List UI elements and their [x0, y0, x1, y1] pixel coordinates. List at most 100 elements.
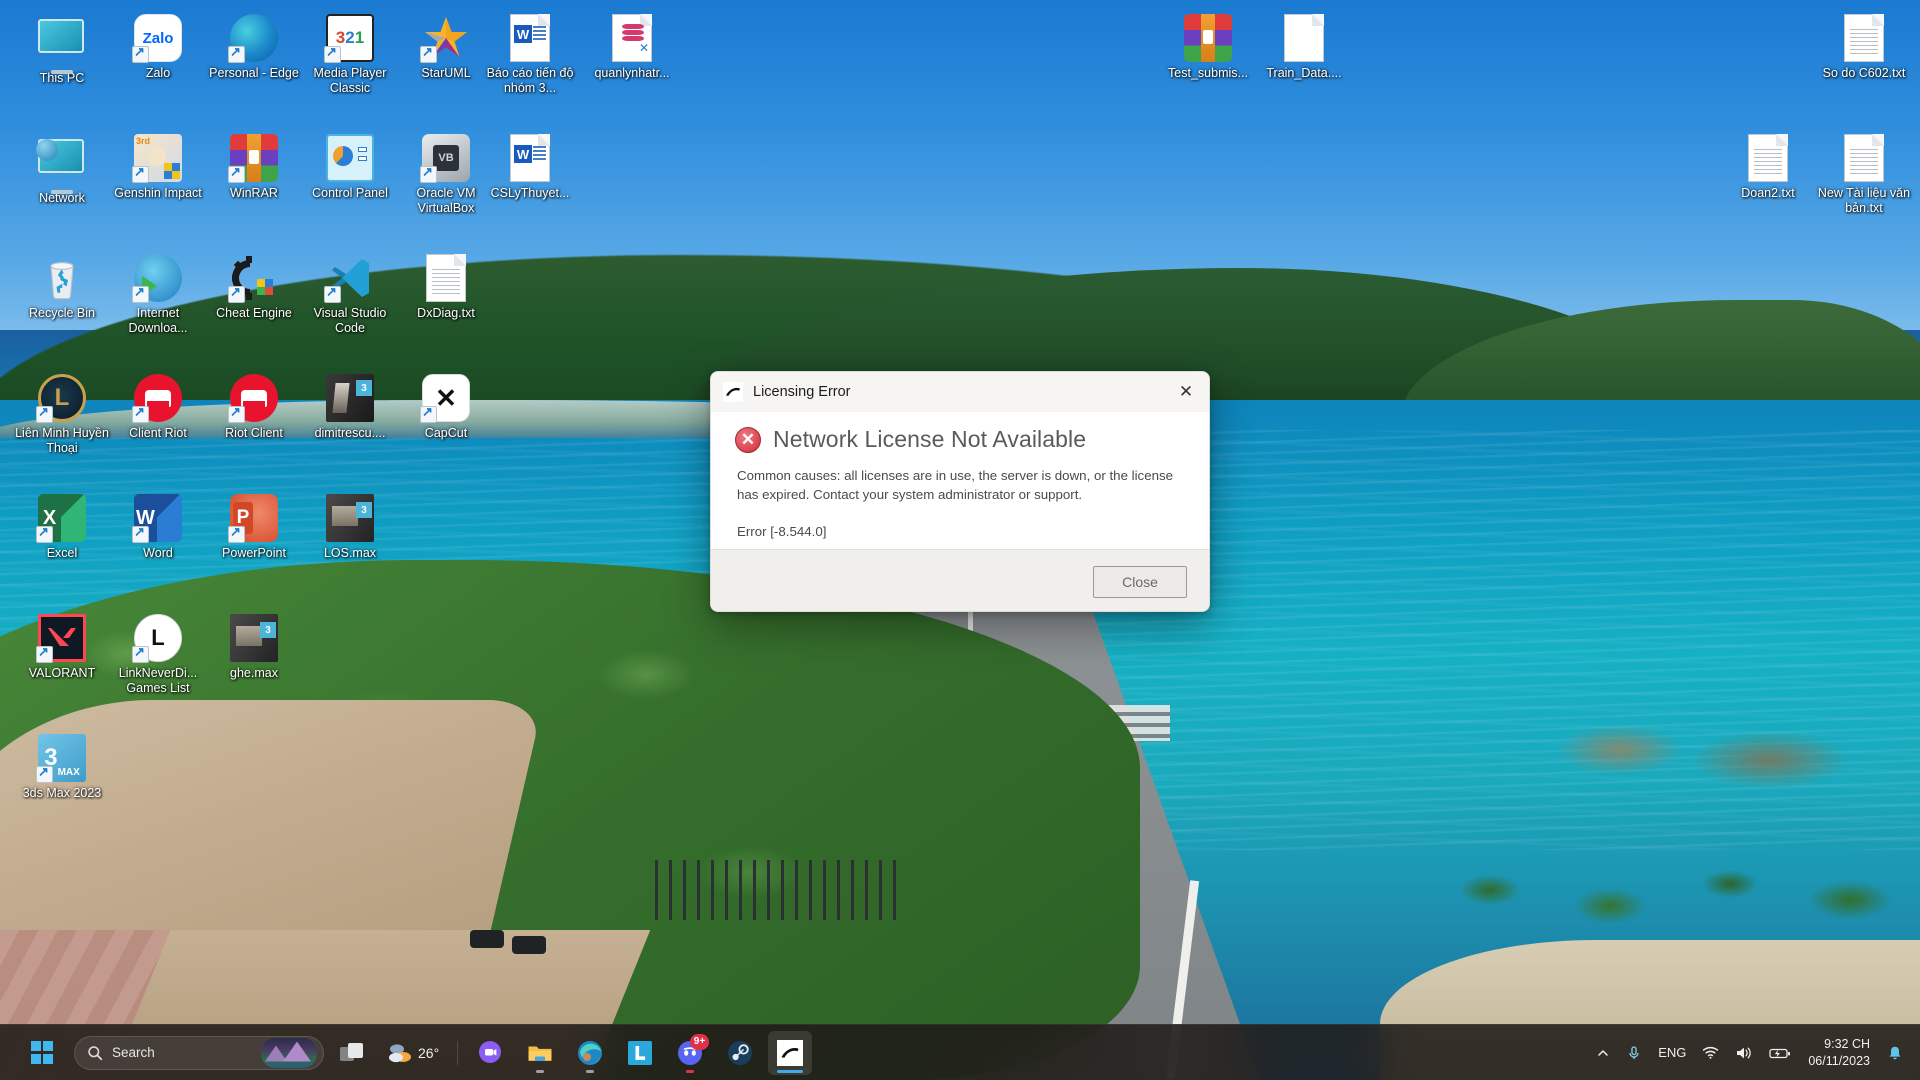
desktop-icon-text-file[interactable]: So do C602.txt [1816, 14, 1912, 81]
steam-icon[interactable] [718, 1031, 762, 1075]
shortcut-arrow-icon [36, 526, 53, 543]
desktop-icon-blank-file[interactable]: Train_Data.... [1256, 14, 1352, 81]
shortcut-arrow-icon [132, 406, 149, 423]
control-panel-icon [326, 134, 374, 182]
desktop-icon-label: Personal - Edge [206, 66, 302, 81]
clock[interactable]: 9:32 CH 06/11/2023 [1800, 1036, 1878, 1070]
excel-icon: X [38, 494, 86, 542]
task-view-icon[interactable] [330, 1031, 374, 1075]
3dsmax-file-icon: 3 [326, 374, 374, 422]
desktop-icon-linkneverdie[interactable]: LLinkNeverDi... Games List [110, 614, 206, 696]
search-icon [87, 1045, 103, 1061]
close-button[interactable]: Close [1093, 566, 1187, 598]
desktop-icon-label: PowerPoint [206, 546, 302, 561]
dialog-error-code: Error [-8.544.0] [737, 524, 1185, 539]
text-file-icon [1840, 134, 1888, 182]
desktop-icon-label: Visual Studio Code [302, 306, 398, 336]
text-file-icon [1744, 134, 1792, 182]
virtualbox-icon: VB [422, 134, 470, 182]
desktop-icon-genshin-impact[interactable]: 3rdGenshin Impact [110, 134, 206, 201]
file-explorer-icon[interactable] [518, 1031, 562, 1075]
shortcut-arrow-icon [324, 286, 341, 303]
desktop-icon-word-document[interactable]: WBáo cáo tiến độ nhóm 3... [482, 14, 578, 96]
shortcut-arrow-icon [420, 406, 437, 423]
wifi-icon[interactable] [1695, 1033, 1726, 1073]
desktop-icon-zalo[interactable]: ZaloZalo [110, 14, 206, 81]
windows-start-icon[interactable] [20, 1031, 64, 1075]
database-file-icon: ✕ [608, 14, 656, 62]
desktop-icon-excel[interactable]: XExcel [14, 494, 110, 561]
clock-date: 06/11/2023 [1808, 1053, 1870, 1070]
desktop-icon-league-of-legends[interactable]: LLiên Minh Huyền Thoại [14, 374, 110, 456]
autodesk-icon[interactable] [768, 1031, 812, 1075]
word-document-icon: W [506, 134, 554, 182]
desktop-icon-word-document[interactable]: W CSLyThuyet... [482, 134, 578, 201]
language-indicator[interactable]: ENG [1651, 1033, 1693, 1073]
desktop-icon-winrar-archive[interactable]: Test_submis... [1160, 14, 1256, 81]
edge-icon[interactable] [568, 1031, 612, 1075]
system-tray: ENG 9:32 CH 06/11/202 [1589, 1033, 1910, 1073]
powerpoint-icon: P [230, 494, 278, 542]
weather-widget[interactable]: 26° [380, 1031, 447, 1075]
autodesk-glyph [777, 1040, 803, 1066]
desktop-icon-virtualbox[interactable]: VBOracle VM VirtualBox [398, 134, 494, 216]
desktop-icon-text-file[interactable]: Doan2.txt [1720, 134, 1816, 201]
league-of-legends-icon: L [38, 374, 86, 422]
search-input[interactable]: Search [74, 1036, 324, 1070]
start-logo-glyph [31, 1041, 54, 1064]
bell-icon[interactable] [1880, 1033, 1910, 1073]
desktop-icon-3dsmax-file[interactable]: 3ghe.max [206, 614, 302, 681]
word-document-icon: W [506, 14, 554, 62]
battery-icon[interactable] [1762, 1033, 1798, 1073]
desktop-icon-label: Zalo [110, 66, 206, 81]
shortcut-arrow-icon [132, 286, 149, 303]
desktop-icon-text-file[interactable]: New Tài liệu văn bản.txt [1816, 134, 1912, 216]
desktop-icon-recycle-bin[interactable]: Recycle Bin [14, 254, 110, 321]
winrar-archive-icon [1184, 14, 1232, 62]
desktop-icon-cheat-engine[interactable]: Cheat Engine [206, 254, 302, 321]
desktop-icon-network[interactable]: Network [14, 134, 110, 206]
desktop-icon-riot-client[interactable]: Client Riot [110, 374, 206, 441]
desktop-icon-3dsmax-file[interactable]: 3LOS.max [302, 494, 398, 561]
shortcut-arrow-icon [132, 526, 149, 543]
desktop-icon-internet-download-manager[interactable]: Internet Downloa... [110, 254, 206, 336]
desktop-icon-vscode[interactable]: Visual Studio Code [302, 254, 398, 336]
vscode-icon [326, 254, 374, 302]
desktop-icon-3dsmax[interactable]: 3MAX3ds Max 2023 [14, 734, 110, 801]
desktop-icon-control-panel[interactable]: Control Panel [302, 134, 398, 201]
genshin-impact-icon: 3rd [134, 134, 182, 182]
desktop-icon-label: CSLyThuyet... [482, 186, 578, 201]
desktop-icon-database-file[interactable]: ✕quanlynhatr... [584, 14, 680, 81]
chevron-up-icon[interactable] [1589, 1033, 1617, 1073]
microphone-icon[interactable] [1619, 1033, 1649, 1073]
mountain-thumbnail [261, 1038, 317, 1068]
desktop-icon-capcut[interactable]: ✕CapCut [398, 374, 494, 441]
volume-icon[interactable] [1728, 1033, 1760, 1073]
discord-icon[interactable]: 9+ [668, 1031, 712, 1075]
recycle-bin-icon [38, 254, 86, 302]
shortcut-arrow-icon [36, 766, 53, 783]
desktop-icon-powerpoint[interactable]: P PowerPoint [206, 494, 302, 561]
riot-client-icon [134, 374, 182, 422]
chat-icon[interactable] [468, 1031, 512, 1075]
desktop-icon-winrar[interactable]: WinRAR [206, 134, 302, 201]
desktop-icon-edge[interactable]: Personal - Edge [206, 14, 302, 81]
desktop-icon-staruml[interactable]: StarUML [398, 14, 494, 81]
dialog-title: Licensing Error [753, 384, 1163, 400]
desktop-icon-text-file[interactable]: DxDiag.txt [398, 254, 494, 321]
internet-download-manager-icon [134, 254, 182, 302]
discord-badge: 9+ [690, 1034, 709, 1050]
desktop-icon-word-app[interactable]: WWord [110, 494, 206, 561]
shortcut-arrow-icon [132, 166, 149, 183]
close-icon[interactable]: ✕ [1163, 372, 1209, 412]
shortcut-arrow-icon [36, 406, 53, 423]
shortcut-arrow-icon [36, 646, 53, 663]
3dsmax-icon: 3MAX [38, 734, 86, 782]
desktop-icon-3dsmax-file[interactable]: 3dimitrescu.... [302, 374, 398, 441]
desktop-icon-this-pc[interactable]: This PC [14, 14, 110, 86]
desktop-icon-media-player-classic[interactable]: 321Media Player Classic [302, 14, 398, 96]
ldplayer-icon[interactable] [618, 1031, 662, 1075]
desktop-icon-valorant[interactable]: VALORANT [14, 614, 110, 681]
desktop-icon-riot-client[interactable]: Riot Client [206, 374, 302, 441]
error-circle-icon: ✕ [735, 427, 761, 453]
